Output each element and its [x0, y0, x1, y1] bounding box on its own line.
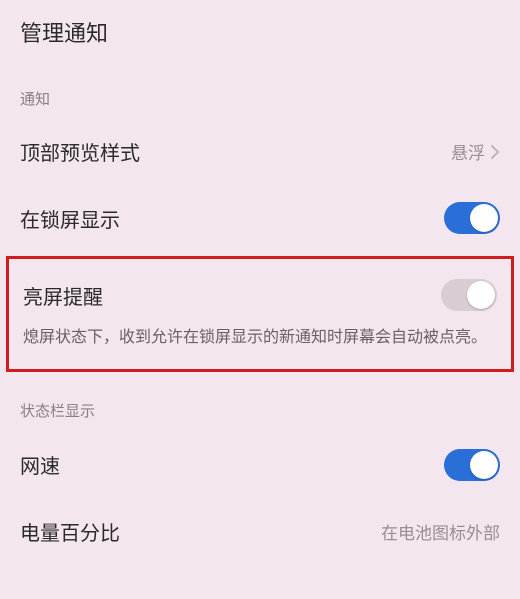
wake-reminder-toggle[interactable] — [441, 279, 497, 311]
preview-style-label: 顶部预览样式 — [20, 137, 140, 166]
row-battery-percent[interactable]: 电量百分比 在电池图标外部 — [0, 499, 520, 546]
battery-percent-label: 电量百分比 — [20, 517, 120, 546]
lockscreen-show-toggle[interactable] — [444, 202, 500, 234]
section-header-statusbar: 状态栏显示 — [0, 378, 520, 431]
wake-reminder-label: 亮屏提醒 — [23, 281, 103, 310]
row-wake-reminder[interactable]: 亮屏提醒 — [23, 269, 497, 325]
row-lockscreen-show[interactable]: 在锁屏显示 — [0, 184, 520, 252]
page-title: 管理通知 — [0, 0, 520, 66]
wake-reminder-description: 熄屏状态下，收到允许在锁屏显示的新通知时屏幕会自动被点亮。 — [23, 325, 497, 351]
section-header-notifications: 通知 — [0, 66, 520, 119]
lockscreen-show-label: 在锁屏显示 — [20, 204, 120, 233]
net-speed-label: 网速 — [20, 450, 60, 479]
preview-style-value-wrap: 悬浮 — [451, 139, 500, 164]
chevron-right-icon — [491, 145, 500, 159]
highlight-wake-reminder: 亮屏提醒 熄屏状态下，收到允许在锁屏显示的新通知时屏幕会自动被点亮。 — [6, 256, 514, 372]
preview-style-value: 悬浮 — [451, 139, 485, 164]
row-net-speed[interactable]: 网速 — [0, 431, 520, 499]
net-speed-toggle[interactable] — [444, 449, 500, 481]
battery-percent-value: 在电池图标外部 — [381, 519, 500, 544]
row-preview-style[interactable]: 顶部预览样式 悬浮 — [0, 119, 520, 184]
